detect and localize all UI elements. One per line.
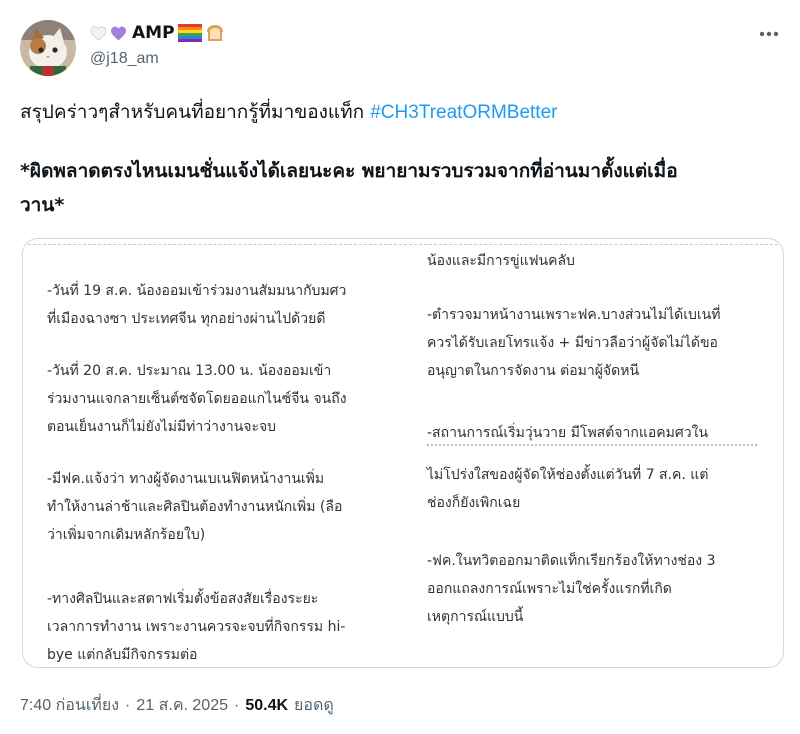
avatar[interactable]: [20, 20, 76, 76]
image-text-line: ช่องก็ยังเพิกเฉย: [427, 495, 521, 511]
tweet-date[interactable]: 21 ส.ค. 2025: [136, 693, 228, 718]
name-row[interactable]: AMP: [90, 22, 225, 44]
image-text-line: ออกแถลงการณ์เพราะไม่ใช่ครั้งแรกที่เกิด: [427, 581, 672, 597]
image-cut-edge: [23, 239, 783, 245]
view-label: ยอดดู: [294, 697, 334, 714]
image-text-line: อนุญาตในการจัดงาน ต่อมาผู้จัดหนี: [427, 363, 640, 379]
hashtag-link[interactable]: #CH3TreatORMBetter: [370, 102, 557, 123]
image-paragraph: -วันที่ 20 ส.ค. ประมาณ 13.00 น. น้องออมเ…: [47, 357, 347, 441]
tweet-note-line-2: วาน*: [20, 194, 65, 216]
image-text-line: ว่าเพิ่มจากเดิมหลักร้อยใบ): [47, 527, 206, 543]
image-paragraph: ไม่โปร่งใสของผู้จัดให้ช่องตั้งแต่วันที่ …: [427, 461, 708, 517]
tweet-text: สรุปคร่าวๆสำหรับคนที่อยากรู้ที่มาของแท็ก…: [20, 95, 780, 222]
image-paragraph: -ทางศิลปินและสตาฟเริ่มตั้งข้อสงสัยเรื่อง…: [47, 585, 346, 667]
image-text-line: -สถานการณ์เริ่มวุ่นวาย มีโพสต์จากแอคมศวใ…: [427, 425, 709, 441]
tweet-intro: สรุปคร่าวๆสำหรับคนที่อยากรู้ที่มาของแท็ก: [20, 101, 371, 123]
image-text-line: -ฟค.ในทวิตออกมาติดแท็กเรียกร้องให้ทางช่อ…: [427, 553, 716, 569]
image-text-line: ที่เมืองฉางซา ประเทศจีน ทุกอย่างผ่านไปด้…: [47, 311, 326, 327]
image-text-line: ไม่โปร่งใสของผู้จัดให้ช่องตั้งแต่วันที่ …: [427, 467, 709, 483]
attached-image[interactable]: -วันที่ 19 ส.ค. น้องออมเข้าร่วมงานสัมมนา…: [22, 238, 784, 668]
image-paragraph: -ฟค.ในทวิตออกมาติดแท็กเรียกร้องให้ทางช่อ…: [427, 547, 716, 631]
tweet: AMP @j18_am สรุปคร่าวๆสำหรับคนที่อยากรู้…: [0, 0, 800, 734]
meta-separator: ·: [125, 696, 131, 714]
image-paragraph: -สถานการณ์เริ่มวุ่นวาย มีโพสต์จากแอคมศวใ…: [427, 419, 708, 447]
image-text-line: เวลาการทำงาน เพราะงานควรจะจบที่กิจกรรม h…: [47, 619, 346, 635]
more-button[interactable]: [752, 20, 786, 48]
image-paragraph: น้องและมีการขู่แฟนคลับ: [427, 247, 575, 275]
user-handle[interactable]: @j18_am: [90, 50, 225, 68]
image-text-line: -ตำรวจมาหน้างานเพราะฟค.บางส่วนไม่ได้เบเน…: [427, 307, 721, 323]
image-text-line: -ทางศิลปินและสตาฟเริ่มตั้งข้อสงสัยเรื่อง…: [47, 591, 319, 607]
purple-heart-icon: [111, 26, 126, 40]
more-dots-icon: [759, 31, 779, 37]
tweet-meta: 7:40 ก่อนเที่ยง · 21 ส.ค. 2025 · 50.4K ย…: [20, 693, 334, 718]
tweet-note-line-1: *ผิดพลาดตรงไหนเมนชั่นแจ้งได้เลยนะคะ พยาย…: [20, 160, 678, 182]
display-name[interactable]: AMP: [132, 23, 175, 43]
image-text-line: น้องและมีการขู่แฟนคลับ: [427, 253, 575, 269]
image-text-line: ร่วมงานแจกลายเซ็นต์ซจัดโดยออแกไนซ์จีน จน…: [47, 391, 347, 407]
user-info: AMP @j18_am: [90, 22, 225, 68]
image-paragraph: -วันที่ 19 ส.ค. น้องออมเข้าร่วมงานสัมมนา…: [47, 277, 346, 333]
view-count: 50.4K: [245, 696, 289, 714]
cat-avatar-icon: [20, 20, 76, 76]
meta-separator: ·: [234, 696, 240, 714]
image-text-line: ตอนเย็นงานก็ไม่ยังไม่มีท่าว่างานจะจบ: [47, 419, 277, 435]
image-paragraph: -มีฟค.แจ้งว่า ทางผู้จัดงานเบเนฟิตหน้างาน…: [47, 465, 342, 549]
tweet-line-1: สรุปคร่าวๆสำหรับคนที่อยากรู้ที่มาของแท็ก…: [20, 95, 780, 130]
tweet-time[interactable]: 7:40 ก่อนเที่ยง: [20, 693, 119, 718]
image-text-line: เหตุการณ์แบบนี้: [427, 609, 524, 625]
image-text-line: ควรได้รับเลยโทรแจ้ง + มีข่าวลือว่าผู้จัด…: [427, 335, 718, 351]
bread-icon: [206, 25, 223, 41]
image-paragraph: -ตำรวจมาหน้างานเพราะฟค.บางส่วนไม่ได้เบเน…: [427, 301, 720, 385]
white-heart-icon: [90, 25, 107, 41]
rainbow-flag-icon: [177, 24, 202, 42]
image-text-line: bye แต่กลับมีกิจกรรมต่อ: [47, 647, 198, 663]
image-text-line: ทำให้งานล่าช้าและศิลปินต้องทำงานหนักเพิ่…: [47, 499, 343, 515]
image-text-line: -มีฟค.แจ้งว่า ทางผู้จัดงานเบเนฟิตหน้างาน…: [47, 471, 325, 487]
image-text-line: -วันที่ 20 ส.ค. ประมาณ 13.00 น. น้องออมเ…: [47, 363, 332, 379]
image-text-line: -วันที่ 19 ส.ค. น้องออมเข้าร่วมงานสัมมนา…: [47, 283, 347, 299]
